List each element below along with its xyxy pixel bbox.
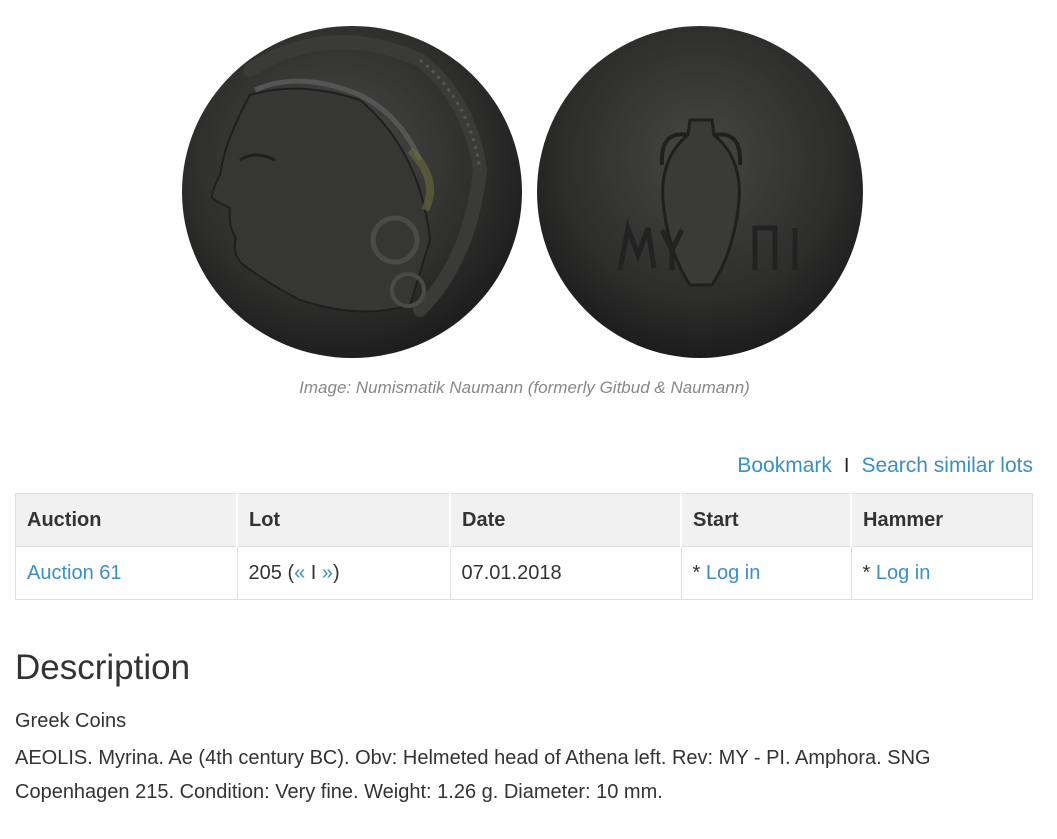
next-lot-link[interactable]: »: [322, 562, 333, 584]
actions-separator: I: [843, 454, 850, 477]
coin-reverse: [537, 26, 863, 358]
table-row: Auction 61 205 (« I ») 07.01.2018 * Log …: [15, 546, 1033, 600]
table-header-row: Auction Lot Date Start Hammer: [15, 493, 1033, 547]
hammer-login-link[interactable]: Log in: [876, 562, 931, 584]
description-text: AEOLIS. Myrina. Ae (4th century BC). Obv…: [15, 747, 931, 803]
previous-lot-link[interactable]: «: [294, 562, 305, 584]
cell-date: 07.01.2018: [449, 546, 682, 600]
header-auction: Auction: [15, 493, 238, 547]
image-caption: Image: Numismatik Naumann (formerly Gitb…: [299, 378, 750, 397]
cell-hammer: * Log in: [850, 546, 1033, 600]
header-hammer: Hammer: [850, 493, 1033, 547]
header-start: Start: [680, 493, 852, 547]
search-similar-lots-link[interactable]: Search similar lots: [861, 454, 1033, 478]
start-login-link[interactable]: Log in: [706, 562, 761, 584]
coin-image-area: [0, 0, 1057, 370]
lot-number: 205: [248, 561, 282, 584]
coin-obverse: [182, 26, 522, 358]
cell-auction: Auction 61: [15, 546, 238, 600]
lot-paren-close: ): [333, 561, 340, 584]
auction-info-table: Auction Lot Date Start Hammer Auction 61…: [15, 493, 1033, 600]
auction-link[interactable]: Auction 61: [27, 562, 122, 584]
description-heading: Description: [15, 648, 191, 687]
bookmark-link[interactable]: Bookmark: [737, 454, 832, 478]
description-category: Greek Coins: [15, 710, 127, 732]
header-date: Date: [449, 493, 682, 547]
cell-start: * Log in: [680, 546, 852, 600]
header-lot: Lot: [236, 493, 451, 547]
coin-photo: [182, 26, 863, 358]
cell-lot: 205 (« I »): [236, 546, 451, 600]
start-asterisk: *: [692, 561, 706, 584]
lot-actions: Bookmark I Search similar lots: [737, 454, 1033, 478]
lot-nav-separator: I: [310, 561, 317, 584]
hammer-asterisk: *: [862, 561, 876, 584]
